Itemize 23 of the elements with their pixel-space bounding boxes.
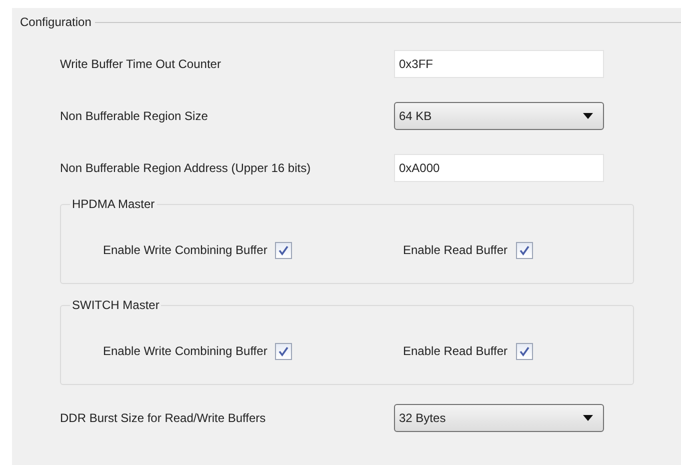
check-icon <box>278 346 290 356</box>
field-label: Non Bufferable Region Size <box>60 108 209 125</box>
check-icon <box>518 244 530 256</box>
checkbox-label: Enable Write Combining Buffer <box>103 242 268 259</box>
section-title: Configuration <box>20 14 92 31</box>
checkbox[interactable] <box>516 242 533 258</box>
caret-icon <box>583 415 593 421</box>
check-icon <box>278 244 290 256</box>
caret-icon <box>583 113 593 119</box>
dropdown[interactable]: 64 KB <box>394 102 604 130</box>
field-label: Write Buffer Time Out Counter <box>60 56 222 73</box>
checkbox[interactable] <box>275 242 292 258</box>
checkbox-label: Enable Read Buffer <box>403 343 508 360</box>
checkbox[interactable] <box>275 342 292 360</box>
dropdown[interactable]: 32 Bytes <box>394 404 604 432</box>
checkbox-label: Enable Read Buffer <box>403 242 508 259</box>
checkbox-label: Enable Write Combining Buffer <box>103 343 268 360</box>
checkbox[interactable] <box>516 342 533 360</box>
input-field[interactable]: 0x3FF <box>394 50 604 78</box>
field-label: Non Bufferable Region Address (Upper 16 bits) <box>60 160 312 177</box>
input-field[interactable]: 0xA000 <box>394 154 604 182</box>
check-icon <box>518 346 530 356</box>
field-label: DDR Burst Size for Read/Write Buffers <box>60 410 267 427</box>
